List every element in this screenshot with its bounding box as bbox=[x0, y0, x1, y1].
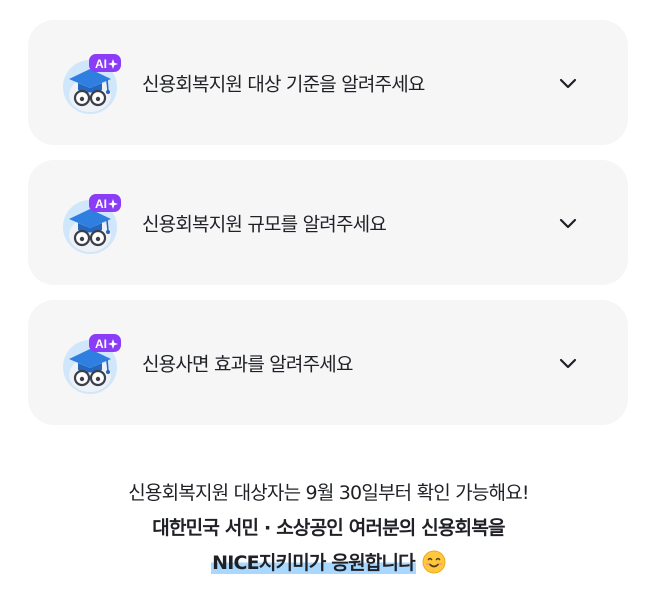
chevron-down-icon[interactable] bbox=[558, 73, 578, 93]
ai-graduate-avatar-icon bbox=[61, 333, 122, 396]
faq-list: 신용회복지원 대상 기준을 알려주세요 신용회복지원 규모를 알려주세요 신용사… bbox=[28, 20, 628, 440]
footer-highlight-text: NICE지키미가 응원합니다 bbox=[211, 552, 416, 574]
chevron-down-icon[interactable] bbox=[558, 213, 578, 233]
footer-line-2: 대한민국 서민 · 소상공인 여러분의 신용회복을 bbox=[152, 517, 505, 539]
faq-question: 신용회복지원 규모를 알려주세요 bbox=[142, 213, 387, 235]
footer-message: 신용회복지원 대상자는 9월 30일부터 확인 가능해요! 대한민국 서민 · … bbox=[0, 476, 657, 581]
ai-graduate-avatar-icon bbox=[61, 193, 122, 256]
faq-question: 신용회복지원 대상 기준을 알려주세요 bbox=[142, 73, 425, 95]
faq-item[interactable]: 신용회복지원 대상 기준을 알려주세요 bbox=[28, 20, 628, 145]
footer-line-3: NICE지키미가 응원합니다 bbox=[0, 546, 657, 581]
footer-line-1: 신용회복지원 대상자는 9월 30일부터 확인 가능해요! bbox=[128, 482, 529, 504]
faq-item[interactable]: 신용사면 효과를 알려주세요 bbox=[28, 300, 628, 425]
ai-graduate-avatar-icon bbox=[61, 53, 122, 116]
faq-item[interactable]: 신용회복지원 규모를 알려주세요 bbox=[28, 160, 628, 285]
faq-question: 신용사면 효과를 알려주세요 bbox=[142, 353, 353, 375]
chevron-down-icon[interactable] bbox=[558, 353, 578, 373]
smiling-face-icon bbox=[422, 550, 446, 574]
